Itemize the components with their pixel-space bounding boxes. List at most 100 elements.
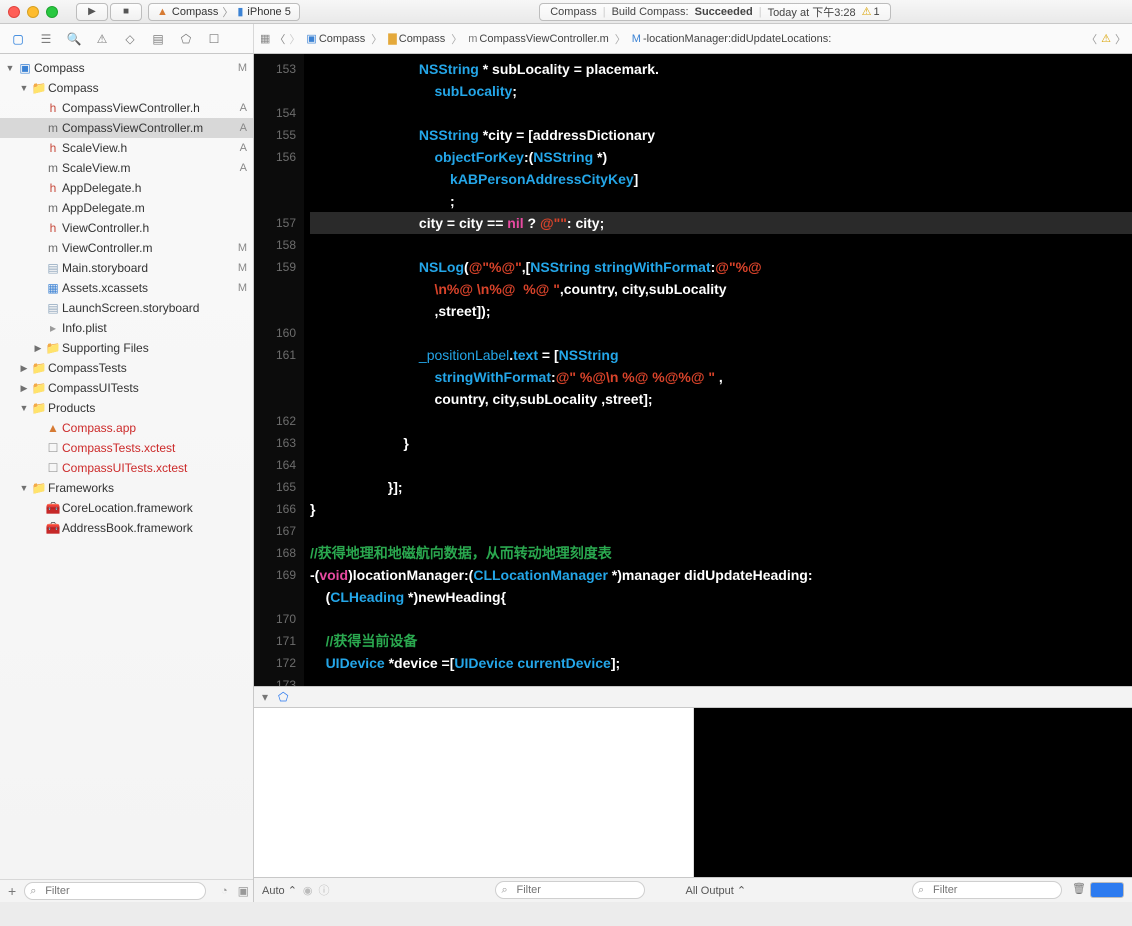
tree-row[interactable]: ☐CompassUITests.xctest [0,458,253,478]
close-window[interactable] [8,6,20,18]
navigator-filter-input[interactable] [24,882,206,900]
next-issue-button[interactable]: 〉 [1115,31,1126,47]
line-gutter: 1531541551561571581591601611621631641651… [254,54,304,686]
variables-filter-input[interactable] [495,881,645,899]
tree-row[interactable]: ▼▣CompassM [0,58,253,78]
zoom-window[interactable] [46,6,58,18]
debug-area [254,708,1132,878]
folder-icon: 📁 [30,361,48,375]
tree-item-label: Main.storyboard [62,261,234,275]
status-time: Today at 下午3:28 [768,4,856,20]
tree-row[interactable]: mViewController.mM [0,238,253,258]
test-navigator-icon[interactable]: ◇ [118,28,142,50]
tree-row[interactable]: ▼📁Products [0,398,253,418]
tree-row[interactable]: ☐CompassTests.xctest [0,438,253,458]
symbol-navigator-icon[interactable]: ☰ [34,28,58,50]
fw-icon: 🧰 [44,501,62,515]
disclosure-triangle[interactable]: ▶ [18,363,30,374]
crumb-project[interactable]: ▣ Compass [304,32,367,45]
tree-row[interactable]: ▶📁CompassUITests [0,378,253,398]
clear-console-icon[interactable]: 🗑 [1072,882,1086,898]
disclosure-triangle[interactable]: ▶ [18,383,30,394]
tree-item-label: LaunchScreen.storyboard [62,301,247,315]
recent-icon[interactable]: ◔ [221,885,228,897]
console-filter-input[interactable] [912,881,1062,899]
back-button[interactable]: 〈 [274,31,285,47]
toggle-debug-icon[interactable]: ▾ [262,690,268,704]
debug-panel-toggle[interactable] [1090,882,1124,898]
navigator-footer: + ⌕ ◔ ▣ [0,879,253,902]
breakpoint-navigator-icon[interactable]: ⬠ [174,28,198,50]
scm-badge: A [236,102,247,114]
disclosure-triangle[interactable]: ▼ [4,63,16,73]
tree-row[interactable]: mAppDelegate.m [0,198,253,218]
tree-row[interactable]: ▤LaunchScreen.storyboard [0,298,253,318]
auto-scope-selector[interactable]: Auto ⌃ [262,884,297,897]
quicklook-icon[interactable]: ◉ [303,884,313,897]
tree-row[interactable]: hCompassViewController.hA [0,98,253,118]
minimize-window[interactable] [27,6,39,18]
tree-row[interactable]: mCompassViewController.mA [0,118,253,138]
tree-row[interactable]: ▶📁Supporting Files [0,338,253,358]
navigator-sidebar: ▼▣CompassM▼📁CompasshCompassViewControlle… [0,54,254,902]
tree-row[interactable]: 🧰CoreLocation.framework [0,498,253,518]
prev-issue-button[interactable]: 〈 [1086,31,1097,47]
crumb-folder[interactable]: ▇ Compass [386,32,447,45]
variables-view[interactable] [254,708,694,877]
find-navigator-icon[interactable]: 🔍 [62,28,86,50]
tree-row[interactable]: ▤Main.storyboardM [0,258,253,278]
folder-icon: 📁 [44,341,62,355]
scm-filter-icon[interactable]: ▣ [238,884,249,898]
debug-navigator-icon[interactable]: ▤ [146,28,170,50]
tree-row[interactable]: ▶📁CompassTests [0,358,253,378]
tree-item-label: CompassTests [48,361,247,375]
scheme-selector[interactable]: ▲ Compass 〉 ▮ iPhone 5 [148,3,300,21]
console-view[interactable] [694,708,1132,877]
proj-icon: ▣ [16,61,34,75]
status-result: Succeeded [695,6,753,18]
tree-row[interactable]: ▦Assets.xcassetsM [0,278,253,298]
project-navigator-icon[interactable]: ▢ [6,28,30,50]
tree-row[interactable]: 🧰AddressBook.framework [0,518,253,538]
issue-navigator-icon[interactable]: ⚠ [90,28,114,50]
forward-button[interactable]: 〉 [289,31,300,47]
tree-item-label: CompassViewController.m [62,121,236,135]
breakpoint-toggle-icon[interactable]: ⬠ [278,690,288,704]
crumb-symbol[interactable]: M -locationManager:didUpdateLocations: [630,33,834,45]
tree-item-label: CompassUITests.xctest [62,461,247,475]
fw-icon: 🧰 [44,521,62,535]
disclosure-triangle[interactable]: ▶ [32,343,44,354]
tree-item-label: CompassTests.xctest [62,441,247,455]
device-icon: ▮ [237,5,243,18]
run-button[interactable]: ▶ [76,3,108,21]
output-scope-selector[interactable]: All Output ⌃ [685,884,746,897]
project-tree[interactable]: ▼▣CompassM▼📁CompasshCompassViewControlle… [0,54,253,879]
search-icon: ⌕ [501,884,507,897]
crumb-file[interactable]: m CompassViewController.m [466,33,611,45]
add-button[interactable]: + [4,883,20,899]
related-items-icon[interactable]: ▦ [260,32,270,45]
tree-row[interactable]: hViewController.h [0,218,253,238]
tree-item-label: CompassViewController.h [62,101,236,115]
info-icon[interactable]: ⓘ [319,882,330,898]
tree-item-label: Assets.xcassets [62,281,234,295]
tree-row[interactable]: ▼📁Frameworks [0,478,253,498]
code-content[interactable]: NSString * subLocality = placemark. subL… [304,54,1132,686]
disclosure-triangle[interactable]: ▼ [18,483,30,493]
tree-item-label: ViewController.m [62,241,234,255]
disclosure-triangle[interactable]: ▼ [18,403,30,413]
tree-row[interactable]: ▼📁Compass [0,78,253,98]
code-editor[interactable]: 1531541551561571581591601611621631641651… [254,54,1132,686]
tree-row[interactable]: hScaleView.hA [0,138,253,158]
stop-button[interactable]: ■ [110,3,142,21]
m-icon: m [44,121,62,135]
folder-icon: 📁 [30,81,48,95]
tree-item-label: ViewController.h [62,221,247,235]
tree-row[interactable]: ▲Compass.app [0,418,253,438]
tree-row[interactable]: hAppDelegate.h [0,178,253,198]
warning-indicator[interactable]: ⚠ 1 [862,5,880,18]
tree-row[interactable]: mScaleView.mA [0,158,253,178]
disclosure-triangle[interactable]: ▼ [18,83,30,93]
report-navigator-icon[interactable]: ☐ [202,28,226,50]
tree-row[interactable]: ▸Info.plist [0,318,253,338]
